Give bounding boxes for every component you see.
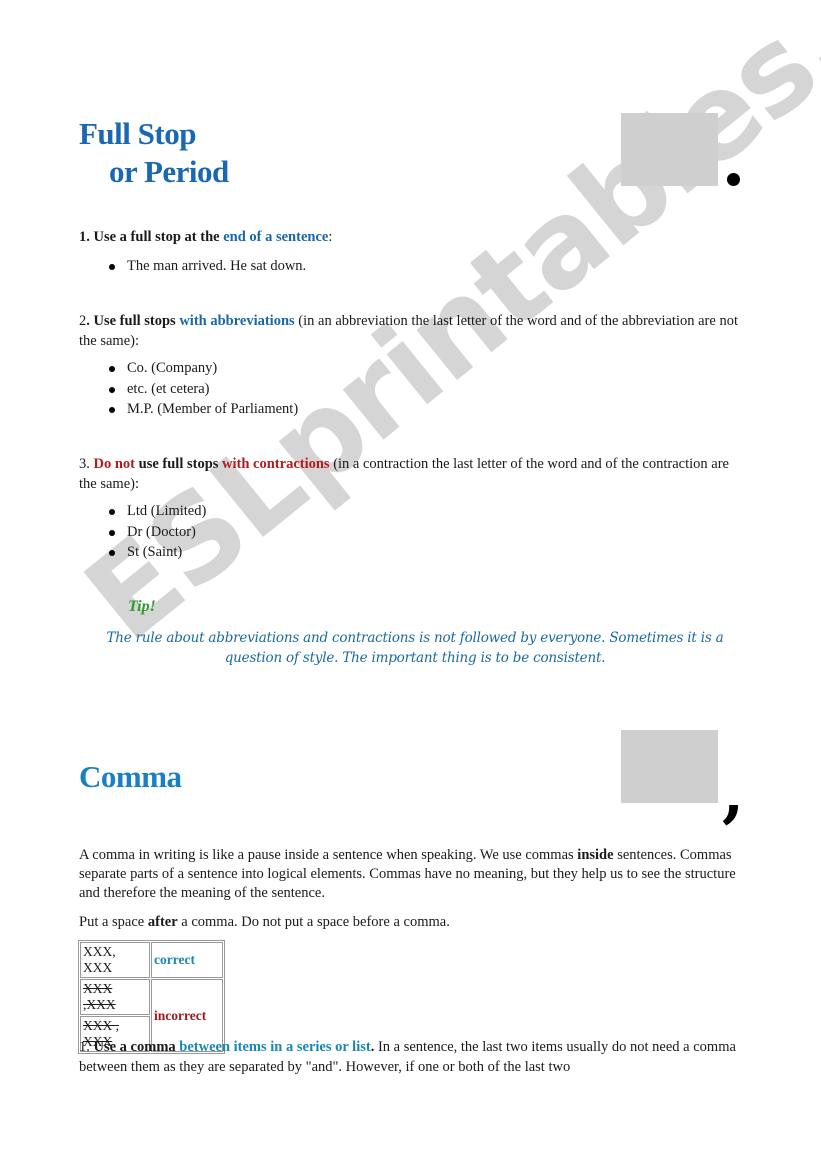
rule-bold: use full stops: [138, 456, 219, 472]
rule-red-do-not: Do not: [93, 456, 136, 472]
intro-text: A comma in writing is like a pause insid…: [79, 847, 574, 863]
worksheet-page: ESLprintables.com Full Stop or Period 1.…: [0, 0, 821, 1169]
rule-highlight: end of a sentence: [223, 229, 329, 245]
rule-1-examples: The man arrived. He sat down.: [79, 256, 306, 277]
rule-tail: :: [328, 229, 333, 245]
full-stop-title: Full Stop: [79, 116, 196, 151]
list-item: Dr (Doctor): [79, 522, 206, 543]
comma-title: Comma: [79, 759, 182, 794]
list-item: M.P. (Member of Parliament): [79, 399, 298, 420]
tip-title: Tip!: [128, 598, 156, 615]
list-item: The man arrived. He sat down.: [79, 256, 306, 277]
rule-1: 1. Use a full stop at the end of a sente…: [79, 227, 739, 247]
spacing-bold: after: [147, 914, 178, 930]
comma-intro: A comma in writing is like a pause insid…: [79, 846, 744, 903]
list-item: Ltd (Limited): [79, 501, 206, 522]
table-row: XXX ,XXX incorrect: [80, 979, 223, 1052]
rule-3: 3. Do not use full stops with contractio…: [79, 454, 739, 494]
tip-body: The rule about abbreviations and contrac…: [106, 630, 724, 666]
rule-highlight: with abbreviations: [179, 313, 295, 329]
list-item: St (Saint): [79, 542, 206, 563]
period-subtitle: or Period: [109, 154, 229, 189]
image-placeholder: [621, 730, 718, 803]
comma-spacing-rule: Put a space after a comma. Do not put a …: [79, 912, 739, 932]
rule-number: 1.: [79, 1039, 90, 1055]
period-icon: [727, 173, 740, 186]
rule-dot: .: [86, 313, 90, 329]
rule-3-examples: Ltd (Limited) Dr (Doctor) St (Saint): [79, 501, 206, 563]
list-item: etc. (et cetera): [79, 379, 298, 400]
rule-2-examples: Co. (Company) etc. (et cetera) M.P. (Mem…: [79, 358, 298, 420]
rule-bold: Use a full stop at the: [93, 229, 220, 245]
example-cell: XXX, XXX: [80, 942, 150, 978]
comma-rule-1: 1. Use a comma between items in a series…: [79, 1037, 747, 1077]
rule-number: 3.: [79, 456, 90, 472]
rule-tail: In a sentence, the last two items usuall…: [79, 1039, 736, 1075]
comma-icon: ,: [722, 756, 745, 831]
rule-highlight: between items in a series or list: [179, 1039, 371, 1055]
rule-number: 1.: [79, 229, 90, 245]
example-cell: XXX ,XXX: [80, 979, 150, 1015]
rule-bold: Use full stops: [93, 313, 176, 329]
rule-bold: Use a comma: [93, 1039, 176, 1055]
spacing-text: Put a space: [79, 914, 145, 930]
correct-label: correct: [151, 942, 223, 978]
rule-tail: (in an abbreviation the last letter of t…: [79, 313, 738, 349]
rule-red-highlight: with contractions: [222, 456, 330, 472]
intro-bold: inside: [577, 847, 614, 863]
list-item: Co. (Company): [79, 358, 298, 379]
image-placeholder: [621, 113, 718, 186]
table-row: XXX, XXX correct: [80, 942, 223, 978]
spacing-text-cont: a comma. Do not put a space before a com…: [181, 914, 450, 930]
rule-dot: .: [370, 1039, 375, 1055]
rule-2: 2. Use full stops with abbreviations (in…: [79, 311, 739, 351]
